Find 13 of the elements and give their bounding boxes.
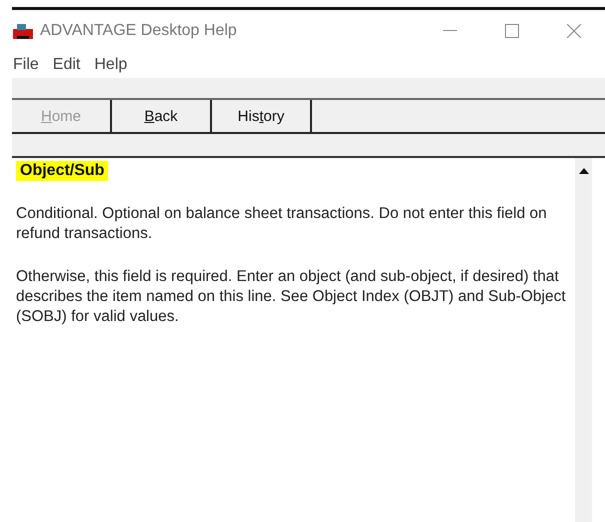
window-title: ADVANTAGE Desktop Help <box>40 22 238 40</box>
minimize-icon[interactable] <box>443 30 457 32</box>
menu-item[interactable]: File <box>13 56 39 74</box>
scroll-up-icon[interactable] <box>578 168 588 174</box>
scroll-bar[interactable] <box>575 158 592 522</box>
printer-icon <box>12 22 34 40</box>
maximize-icon[interactable] <box>505 24 519 38</box>
topic-paragraph: Otherwise, this field is required. Enter an object (and sub-object, if desired) that describes the item named on this line. See Object Index (OBJT) and Sub-Object (SOBJ) for valid values. <box>16 267 567 327</box>
menu-item[interactable]: Help <box>94 56 128 74</box>
topic-paragraph: Conditional. Optional on balance sheet transactions. Do not enter this field on refund transactions. <box>16 204 548 244</box>
close-icon[interactable] <box>567 24 581 38</box>
topic-heading: Object/Sub <box>16 161 108 181</box>
menu-item[interactable]: Edit <box>52 56 80 74</box>
